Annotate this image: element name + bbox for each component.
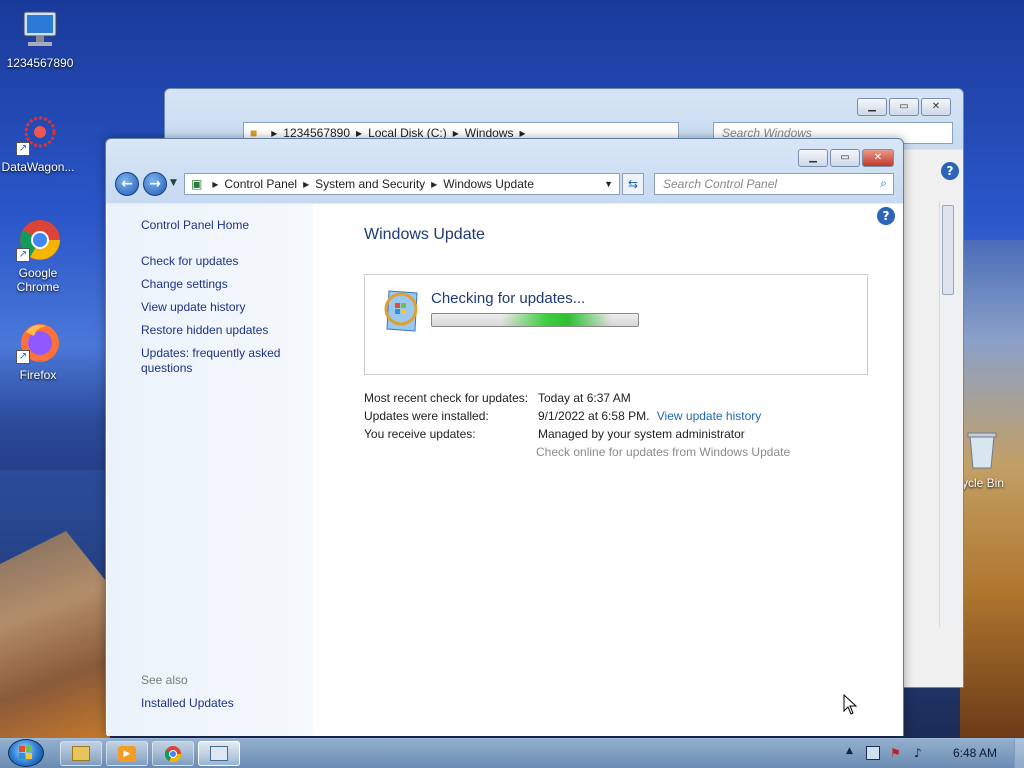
- desktop-icon-label: 1234567890: [6, 56, 74, 70]
- control-panel-icon: ▣: [191, 177, 203, 191]
- media-player-icon: ▶: [118, 746, 136, 762]
- shortcut-arrow-icon: ↗: [16, 350, 30, 364]
- receive-updates-label: You receive updates:: [364, 427, 476, 441]
- taskbar-clock[interactable]: 6:48 AM: [940, 746, 1010, 760]
- search-icon[interactable]: ⌕: [880, 176, 887, 191]
- desktop-icon-datawagon[interactable]: ↗ DataWagon...: [0, 112, 78, 174]
- recent-check-value: Today at 6:37 AM: [538, 391, 631, 405]
- recent-check-label: Most recent check for updates:: [364, 391, 529, 405]
- help-icon[interactable]: ?: [941, 162, 959, 180]
- progress-marquee: [502, 314, 612, 326]
- chrome-icon: [164, 746, 182, 763]
- sidebar-restore-hidden-updates[interactable]: Restore hidden updates: [141, 323, 301, 338]
- minimize-button[interactable]: ▁: [857, 98, 887, 116]
- taskbar-control-panel[interactable]: [198, 741, 240, 766]
- action-center-flag-icon[interactable]: ⚑: [890, 746, 904, 760]
- desktop-icon-label: Google Chrome: [16, 266, 60, 294]
- shortcut-arrow-icon: ↗: [16, 142, 30, 156]
- forward-button[interactable]: →: [143, 172, 167, 196]
- show-desktop-button[interactable]: [1014, 739, 1024, 768]
- update-status-panel: Checking for updates...: [364, 274, 868, 375]
- sidebar-home-link[interactable]: Control Panel Home: [141, 218, 301, 233]
- mouse-cursor-icon: [843, 694, 858, 715]
- desktop-icon-computer[interactable]: 1234567890: [0, 8, 80, 70]
- search-input[interactable]: Search Control Panel ⌕: [654, 173, 894, 195]
- check-online-link[interactable]: Check online for updates from Windows Up…: [536, 445, 790, 459]
- main-content: ? Windows Update Checking for updates...…: [313, 204, 903, 736]
- progress-bar: [431, 313, 639, 327]
- recycle-bin-icon: [960, 428, 1004, 472]
- recent-pages-dropdown-icon[interactable]: ▼: [170, 178, 177, 188]
- breadcrumb-item[interactable]: Windows Update: [443, 177, 534, 191]
- desktop-icon-chrome[interactable]: ↗ Google Chrome: [0, 218, 78, 294]
- explorer-icon: [72, 746, 90, 761]
- installed-label: Updates were installed:: [364, 409, 489, 423]
- close-button[interactable]: ✕: [921, 98, 951, 116]
- address-dropdown-icon[interactable]: ▼: [604, 179, 613, 189]
- show-hidden-icons-icon[interactable]: ▲: [846, 746, 860, 760]
- wallpaper-coast: [960, 240, 1024, 740]
- scrollbar-thumb[interactable]: [942, 205, 954, 295]
- taskbar-media-player[interactable]: ▶: [106, 741, 148, 766]
- firefox-icon: ↗: [16, 320, 60, 364]
- view-update-history-link[interactable]: View update history: [657, 409, 762, 423]
- datawagon-icon: ↗: [16, 112, 60, 156]
- sidebar-faq[interactable]: Updates: frequently asked questions: [141, 346, 301, 376]
- address-bar[interactable]: ▣ ▸ Control Panel ▸ System and Security ▸ W…: [184, 173, 620, 195]
- computer-icon: [18, 8, 62, 52]
- page-title: Windows Update: [364, 226, 485, 243]
- desktop-icon-firefox[interactable]: ↗ Firefox: [0, 320, 78, 382]
- taskbar-chrome[interactable]: [152, 741, 194, 766]
- close-button[interactable]: ✕: [862, 149, 894, 167]
- desktop-icon-label: Firefox: [19, 368, 57, 382]
- installed-value-row: 9/1/2022 at 6:58 PM. View update history: [538, 409, 761, 423]
- back-button[interactable]: ←: [115, 172, 139, 196]
- windows-update-window[interactable]: ▁ ▭ ✕ ← → ▼ ▣ ▸ Control Panel ▸ System and…: [105, 138, 904, 736]
- taskbar-explorer[interactable]: [60, 741, 102, 766]
- refresh-icon[interactable]: ⇆: [622, 173, 644, 195]
- breadcrumb-item[interactable]: Control Panel: [224, 177, 297, 191]
- status-text: Checking for updates...: [431, 290, 586, 307]
- sidebar: Control Panel Home Check for updates Cha…: [107, 204, 313, 736]
- sidebar-installed-updates[interactable]: Installed Updates: [141, 696, 301, 711]
- see-also-heading: See also: [141, 673, 188, 687]
- shortcut-arrow-icon: ↗: [16, 248, 30, 262]
- installed-value: 9/1/2022 at 6:58 PM.: [538, 409, 650, 423]
- sidebar-change-settings[interactable]: Change settings: [141, 277, 301, 292]
- maximize-button[interactable]: ▭: [830, 149, 860, 167]
- windows-logo-icon: [19, 746, 32, 759]
- breadcrumb-item[interactable]: System and Security: [315, 177, 425, 191]
- maximize-button[interactable]: ▭: [889, 98, 919, 116]
- window-controls: ▁ ▭ ✕: [857, 98, 951, 116]
- help-icon[interactable]: ?: [877, 207, 895, 225]
- start-button[interactable]: [8, 739, 44, 767]
- search-placeholder: Search Control Panel: [663, 177, 778, 191]
- scrollbar[interactable]: [939, 201, 955, 627]
- window-controls: ▁ ▭ ✕: [798, 149, 894, 167]
- sidebar-check-for-updates[interactable]: Check for updates: [141, 254, 301, 269]
- windows-update-icon: [379, 287, 423, 335]
- chrome-icon: ↗: [16, 218, 60, 262]
- minimize-button[interactable]: ▁: [798, 149, 828, 167]
- volume-icon[interactable]: ♪: [914, 746, 928, 760]
- receive-updates-value: Managed by your system administrator: [538, 427, 745, 441]
- sidebar-view-update-history[interactable]: View update history: [141, 300, 301, 315]
- desktop-icon-label: DataWagon...: [1, 160, 75, 174]
- control-panel-icon: [210, 746, 228, 761]
- network-icon[interactable]: [866, 746, 880, 760]
